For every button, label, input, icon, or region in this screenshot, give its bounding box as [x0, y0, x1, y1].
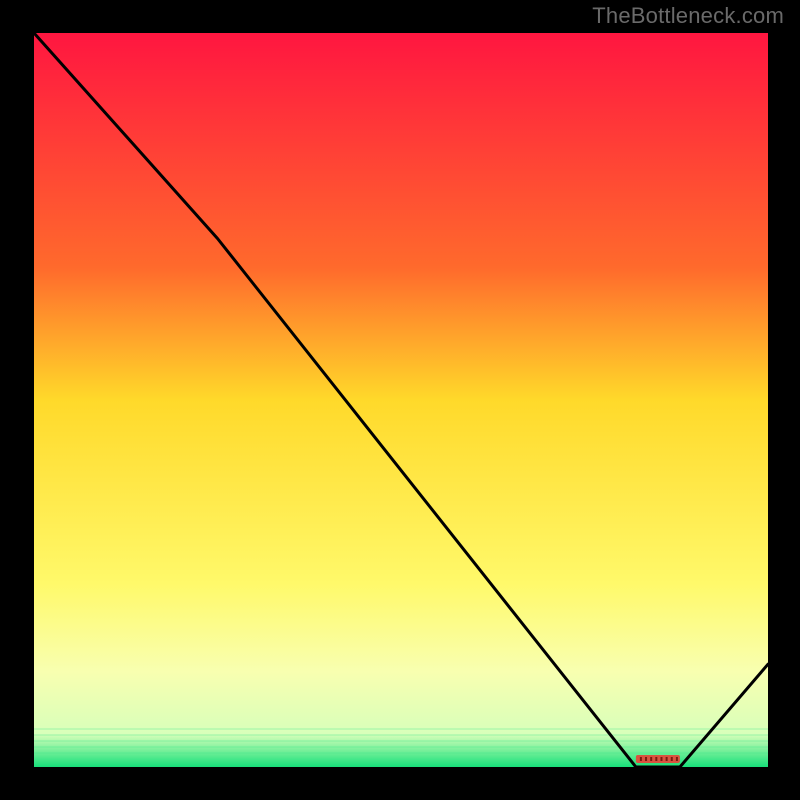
- brand-watermark: TheBottleneck.com: [592, 3, 784, 29]
- bottleneck-chart: [34, 33, 768, 767]
- optimal-band: [636, 755, 680, 763]
